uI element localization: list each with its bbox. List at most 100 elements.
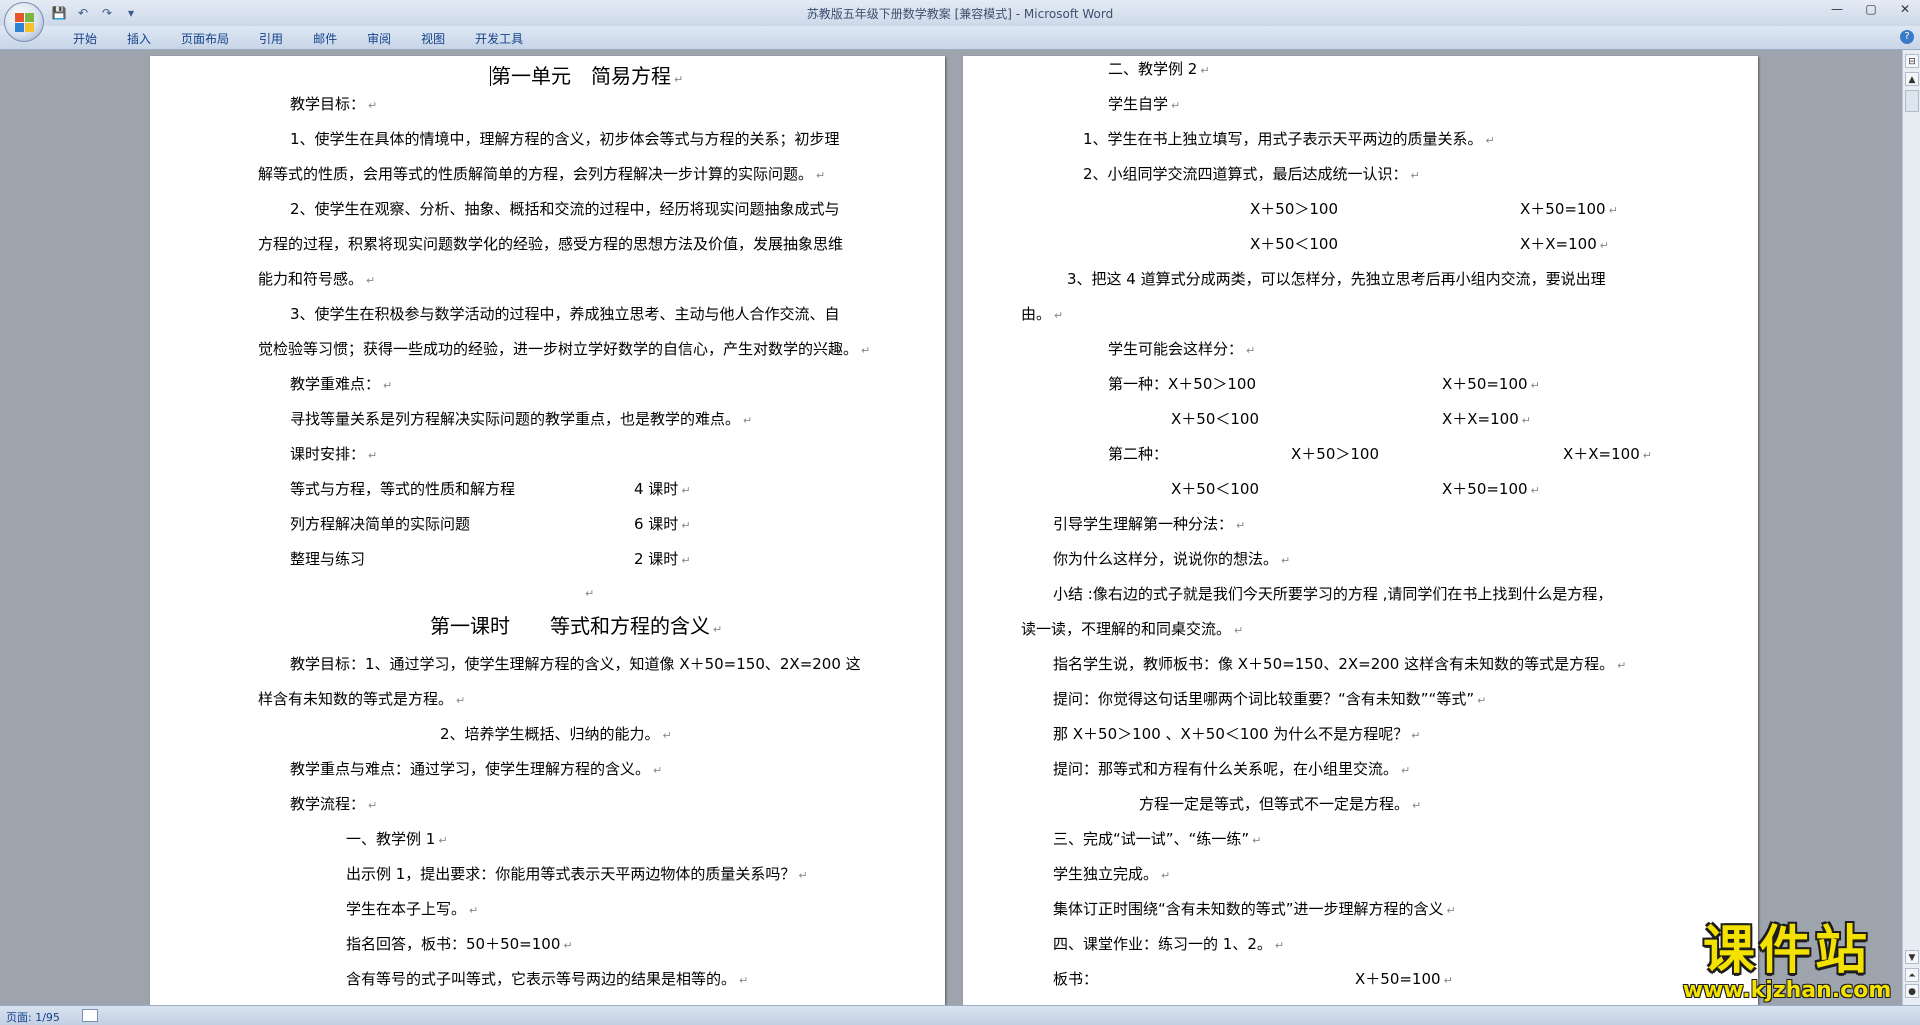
document-workspace[interactable]: 第一单元 简易方程 ↵ 教学目标： ↵ 1、使学生在具体的情境中，理解方程的含义，初… bbox=[0, 50, 1902, 1005]
text-line: 提问：你觉得这句话里哪两个词比较重要？“含有未知数”“等式” ↵ bbox=[1053, 690, 1487, 708]
equation: X＋50＜100 bbox=[1171, 410, 1259, 428]
text-line: 1、学生在书上独立填写，用式子表示天平两边的质量关系。 ↵ bbox=[1083, 130, 1495, 148]
equation: X＋X=100 ↵ bbox=[1520, 235, 1609, 253]
text-line: 教学目标：1、通过学习，使学生理解方程的含义，知道像 X＋50=150、2X=2… bbox=[290, 655, 861, 673]
text-line: 含有等号的式子叫等式，它表示等号两边的结果是相等的。 ↵ bbox=[346, 970, 749, 988]
text-line: 读一读，不理解的和同桌交流。 ↵ bbox=[1021, 620, 1244, 638]
text-line: 集体订正时围绕“含有未知数的等式”进一步理解方程的含义 ↵ bbox=[1053, 900, 1456, 918]
text-line: 课时安排： ↵ bbox=[290, 445, 378, 463]
equation: X＋X=100 ↵ bbox=[1442, 410, 1531, 428]
office-logo-icon bbox=[15, 13, 35, 33]
paragraph-mark: ↵ bbox=[585, 587, 595, 600]
text-line: 2、培养学生概括、归纳的能力。 ↵ bbox=[440, 725, 672, 743]
text-line: 教学流程： ↵ bbox=[290, 795, 378, 813]
equation: X＋50＞100 bbox=[1250, 200, 1338, 218]
schedule-item: 等式与方程，等式的性质和解方程 bbox=[290, 480, 516, 498]
ribbon-tab-strip: 开始 插入 页面布局 引用 邮件 审阅 视图 开发工具 ? bbox=[0, 26, 1920, 50]
browse-object-icon[interactable]: ● bbox=[1905, 984, 1919, 998]
text-line: 学生独立完成。 ↵ bbox=[1053, 865, 1171, 883]
maximize-button[interactable]: ▢ bbox=[1862, 2, 1880, 16]
schedule-hours: 4 课时 ↵ bbox=[634, 480, 691, 498]
text-line: 教学重点与难点：通过学习，使学生理解方程的含义。 ↵ bbox=[290, 760, 663, 778]
text-line: 四、课堂作业：练习一的 1、2。 ↵ bbox=[1053, 935, 1285, 953]
ruler-toggle-icon[interactable]: ⊟ bbox=[1905, 54, 1919, 68]
text-line: 1、使学生在具体的情境中，理解方程的含义，初步体会等式与方程的关系；初步理 bbox=[290, 130, 840, 148]
previous-page-icon[interactable]: ⏶ bbox=[1905, 968, 1919, 982]
text-line: 学生在本子上写。 ↵ bbox=[346, 900, 479, 918]
text-line: 2、小组同学交流四道算式，最后达成统一认识： ↵ bbox=[1083, 165, 1420, 183]
tab-view[interactable]: 视图 bbox=[406, 30, 460, 47]
text-line: 教学目标： ↵ bbox=[290, 95, 378, 113]
office-button[interactable] bbox=[4, 2, 44, 42]
vertical-scrollbar[interactable]: ⊟ ▲ ▼ ⏶ ● bbox=[1902, 50, 1920, 1005]
text-line: 提问：那等式和方程有什么关系呢，在小组里交流。 ↵ bbox=[1053, 760, 1411, 778]
text-line: 一、教学例 1 ↵ bbox=[346, 830, 448, 848]
text-line: 指名学生说，教师板书：像 X＋50=150、2X=200 这样含有未知数的等式是… bbox=[1053, 655, 1627, 673]
close-button[interactable]: ✕ bbox=[1896, 2, 1914, 16]
scroll-up-icon[interactable]: ▲ bbox=[1905, 72, 1919, 86]
scroll-down-icon[interactable]: ▼ bbox=[1905, 950, 1919, 964]
tab-page-layout[interactable]: 页面布局 bbox=[166, 30, 244, 47]
tab-insert[interactable]: 插入 bbox=[112, 30, 166, 47]
text-line: 小结 :像右边的式子就是我们今天所要学习的方程 ,请同学们在书上找到什么是方程， bbox=[1053, 585, 1613, 603]
tab-developer[interactable]: 开发工具 bbox=[460, 30, 538, 47]
text-line: 方程的过程，积累将现实问题数学化的经验，感受方程的思想方法及价值，发展抽象思维 bbox=[258, 235, 844, 253]
text-line: 引导学生理解第一种分法： ↵ bbox=[1053, 515, 1246, 533]
equation: X＋50=100 ↵ bbox=[1355, 970, 1453, 988]
equation: 第一种：X＋50＞100 bbox=[1108, 375, 1256, 393]
text-line: 寻找等量关系是列方程解决实际问题的教学重点，也是教学的难点。 ↵ bbox=[290, 410, 753, 428]
text-line: 第二种： bbox=[1108, 445, 1169, 463]
text-line: 板书： bbox=[1053, 970, 1099, 988]
watermark-name: 课件站 bbox=[1702, 921, 1871, 981]
equation: X＋50＜100 bbox=[1171, 480, 1259, 498]
title-bar: 💾 ↶ ↷ ▾ 苏教版五年级下册数学教案 [兼容模式] - Microsoft … bbox=[0, 0, 1920, 26]
page-indicator[interactable]: 页面: 1/95 bbox=[6, 1009, 60, 1025]
equation: X＋50=100 ↵ bbox=[1520, 200, 1618, 218]
text-line: 你为什么这样分，说说你的想法。 ↵ bbox=[1053, 550, 1291, 568]
text-line: 能力和符号感。 ↵ bbox=[258, 270, 376, 288]
text-line: 方程一定是等式，但等式不一定是方程。 ↵ bbox=[1139, 795, 1422, 813]
text-line: 学生自学 ↵ bbox=[1108, 95, 1181, 113]
schedule-hours: 6 课时 ↵ bbox=[634, 515, 691, 533]
schedule-item: 整理与练习 bbox=[290, 550, 366, 568]
equation: X＋50＜100 bbox=[1250, 235, 1338, 253]
schedule-item: 列方程解决简单的实际问题 bbox=[290, 515, 471, 533]
equation: X＋X=100 ↵ bbox=[1563, 445, 1652, 463]
minimize-button[interactable]: — bbox=[1828, 2, 1846, 16]
tab-mailings[interactable]: 邮件 bbox=[298, 30, 352, 47]
proofing-icon[interactable] bbox=[82, 1009, 98, 1022]
site-watermark: 课件站 www.kjzhan.com bbox=[1669, 923, 1905, 1003]
scroll-thumb[interactable] bbox=[1905, 90, 1919, 112]
text-line: 出示例 1，提出要求：你能用等式表示天平两边物体的质量关系吗？ ↵ bbox=[346, 865, 808, 883]
text-line: 那 X＋50＞100 、X＋50＜100 为什么不是方程呢？ ↵ bbox=[1053, 725, 1421, 743]
text-line: 三、完成“试一试”、“练一练” ↵ bbox=[1053, 830, 1262, 848]
watermark-url: www.kjzhan.com bbox=[1682, 978, 1892, 1003]
help-icon[interactable]: ? bbox=[1900, 30, 1914, 44]
text-line: 解等式的性质，会用等式的性质解简单的方程，会列方程解决一步计算的实际问题。 ↵ bbox=[258, 165, 826, 183]
equation: X＋50=100 ↵ bbox=[1442, 480, 1540, 498]
text-line: 学生可能会这样分： ↵ bbox=[1108, 340, 1256, 358]
text-line: 觉检验等习惯；获得一些成功的经验，进一步树立学好数学的自信心，产生对数学的兴趣。… bbox=[258, 340, 871, 358]
tab-references[interactable]: 引用 bbox=[244, 30, 298, 47]
text-line: 3、把这 4 道算式分成两类，可以怎样分，先独立思考后再小组内交流，要说出理 bbox=[1067, 270, 1606, 288]
unit-title: 第一单元 简易方程 ↵ bbox=[490, 64, 684, 88]
text-line: 2、使学生在观察、分析、抽象、概括和交流的过程中，经历将现实问题抽象成式与 bbox=[290, 200, 840, 218]
window-title: 苏教版五年级下册数学教案 [兼容模式] - Microsoft Word bbox=[806, 7, 1114, 21]
text-line: 样含有未知数的等式是方程。 ↵ bbox=[258, 690, 466, 708]
schedule-hours: 2 课时 ↵ bbox=[634, 550, 691, 568]
equation: X＋50＞100 bbox=[1291, 445, 1379, 463]
page-left[interactable]: 第一单元 简易方程 ↵ 教学目标： ↵ 1、使学生在具体的情境中，理解方程的含义，初… bbox=[150, 56, 945, 1005]
tab-home[interactable]: 开始 bbox=[58, 30, 112, 47]
text-line: 指名回答，板书：50＋50=100 ↵ bbox=[346, 935, 573, 953]
text-line: 由。 ↵ bbox=[1021, 305, 1064, 323]
text-line: 教学重难点： ↵ bbox=[290, 375, 393, 393]
tab-review[interactable]: 审阅 bbox=[352, 30, 406, 47]
page-right[interactable]: 二、教学例 2 ↵ 学生自学 ↵ 1、学生在书上独立填写，用式子表示天平两边的质量关… bbox=[963, 56, 1758, 1005]
text-line: 3、使学生在积极参与数学活动的过程中，养成独立思考、主动与他人合作交流、自 bbox=[290, 305, 840, 323]
text-line: 二、教学例 2 ↵ bbox=[1108, 60, 1210, 78]
equation: X＋50=100 ↵ bbox=[1442, 375, 1540, 393]
lesson-title: 第一课时 等式和方程的含义 ↵ bbox=[430, 614, 723, 638]
window-controls: — ▢ ✕ bbox=[1828, 2, 1914, 16]
status-bar: 页面: 1/95 bbox=[0, 1005, 1920, 1025]
ribbon-tabs: 开始 插入 页面布局 引用 邮件 审阅 视图 开发工具 bbox=[58, 30, 538, 47]
